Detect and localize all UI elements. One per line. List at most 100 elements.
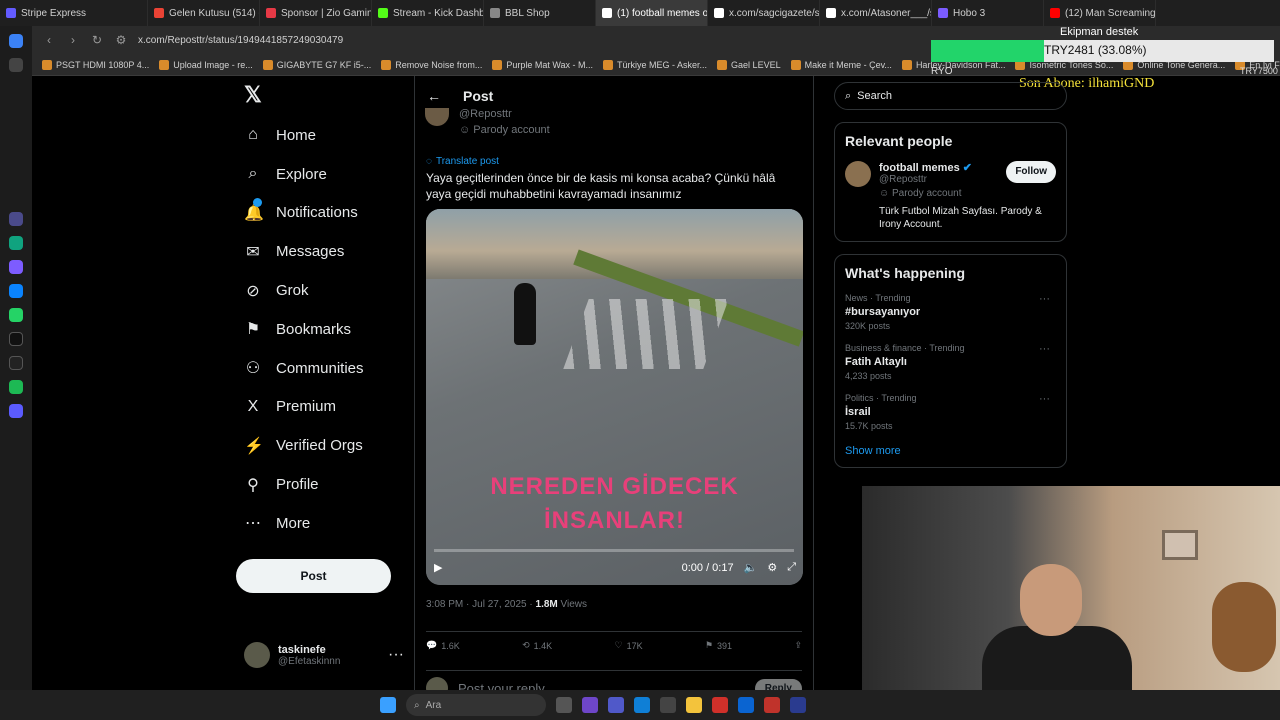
like-count: 17K — [626, 640, 643, 651]
reply-icon: 💬 — [426, 640, 438, 650]
trend-more-icon[interactable]: ··· — [1039, 293, 1050, 305]
chatgpt-icon[interactable] — [9, 236, 23, 250]
tab-title: Gelen Kutusu (514) - no — [169, 7, 259, 19]
volume-icon[interactable]: 🔈 — [744, 561, 758, 574]
back-arrow-icon[interactable]: ← — [427, 88, 441, 104]
play-icon[interactable]: ▶ — [434, 561, 442, 574]
app-icon[interactable] — [9, 404, 23, 418]
video-progress-bar[interactable] — [434, 549, 794, 552]
nav-item-bookmarks[interactable]: ⚑ Bookmarks — [236, 310, 406, 349]
nav-item-communities[interactable]: ⚇ Communities — [236, 349, 406, 388]
like-action[interactable]: ♡ 17K — [615, 640, 643, 651]
trend-item[interactable]: Politics · Trending İsrail 15.7K posts ··· — [845, 393, 1056, 431]
bookmark-favicon-icon — [790, 59, 801, 70]
tiktok-icon[interactable] — [9, 332, 23, 346]
nav-item-home[interactable]: ⌂ Home — [236, 116, 406, 155]
url-text[interactable]: x.com/Reposttr/status/194944185724903047… — [138, 35, 343, 46]
translate-post-link[interactable]: ◌ Translate post — [426, 156, 499, 167]
nav-label: Premium — [276, 398, 337, 416]
site-info-icon[interactable]: ⚙ — [114, 33, 128, 47]
x-logo-icon[interactable]: 𝕏 — [244, 82, 406, 116]
trend-more-icon[interactable]: ··· — [1039, 393, 1050, 405]
app-icon[interactable] — [9, 260, 23, 274]
file-explorer-icon[interactable] — [686, 697, 702, 713]
reply-button[interactable]: Reply — [754, 678, 802, 690]
mask-icon: ☺ — [459, 124, 471, 136]
browser-tab[interactable]: Gelen Kutusu (514) - no — [148, 0, 260, 26]
edge-icon[interactable] — [634, 697, 650, 713]
app-icon[interactable] — [790, 697, 806, 713]
nav-item-grok[interactable]: ⊘ Grok — [236, 271, 406, 310]
app-icon[interactable] — [9, 212, 23, 226]
taskbar-search[interactable]: ⌕ Ara — [406, 694, 546, 716]
author-avatar[interactable] — [425, 108, 449, 126]
author-handle[interactable]: @Reposttr — [459, 108, 550, 120]
account-switcher[interactable]: taskinefe @Efetaskinnn ··· — [244, 642, 404, 668]
copilot-icon[interactable] — [582, 697, 598, 713]
opera-icon[interactable] — [712, 697, 728, 713]
browser-tab[interactable]: Stripe Express — [0, 0, 148, 26]
nav-item-premium[interactable]: X Premium — [236, 388, 406, 427]
trend-more-icon[interactable]: ··· — [1039, 343, 1050, 355]
home-app-icon[interactable] — [9, 34, 23, 48]
x-icon[interactable] — [9, 356, 23, 370]
browser-tab[interactable]: x.com/sagcigazete/statu — [708, 0, 820, 26]
browser-tab[interactable]: Sponsor | Zio Gaming | Bi — [260, 0, 372, 26]
trend-item[interactable]: News · Trending #bursayanıyor 320K posts ··… — [845, 293, 1056, 331]
bookmark-item[interactable]: PSGT HDMI 1080P 4... — [42, 59, 149, 70]
repost-action[interactable]: ⟲ 1.4K — [522, 640, 552, 651]
video-player[interactable]: NEREDEN GİDECEK İNSANLAR! ▶ 0:00 / 0:17 … — [426, 209, 803, 585]
browser-tab[interactable]: (1) football memes on X: — [596, 0, 708, 26]
reply-input[interactable]: Post your reply — [458, 681, 545, 691]
reply-action[interactable]: 💬 1.6K — [426, 640, 460, 651]
browser-tab[interactable]: (12) Man Screaming in F — [1044, 0, 1156, 26]
more-icon[interactable]: ··· — [388, 646, 404, 664]
bookmark-item[interactable]: Upload Image - re... — [159, 59, 253, 70]
star-app-icon[interactable] — [9, 58, 23, 72]
browser-tab[interactable]: BBL Shop — [484, 0, 596, 26]
nav-item-messages[interactable]: ✉ Messages — [236, 232, 406, 271]
nav-item-more[interactable]: ⋯ More — [236, 504, 406, 543]
browser-tab[interactable]: Hobo 3 — [932, 0, 1044, 26]
fullscreen-icon[interactable]: ⤢ — [787, 561, 796, 574]
task-view-icon[interactable] — [556, 697, 572, 713]
person-name[interactable]: football memes — [879, 162, 960, 174]
bookmark-action[interactable]: ⚑ 391 — [705, 640, 732, 651]
nav-item-profile[interactable]: ⚲ Profile — [236, 465, 406, 504]
app-icon[interactable] — [764, 697, 780, 713]
store-icon[interactable] — [660, 697, 676, 713]
bookmark-item[interactable]: Gael LEVEL — [717, 59, 781, 70]
whatsapp-icon[interactable] — [9, 308, 23, 322]
post-button[interactable]: Post — [236, 559, 391, 593]
teams-icon[interactable] — [608, 697, 624, 713]
bookmark-item[interactable]: Purple Mat Wax - M... — [492, 59, 593, 70]
settings-icon[interactable]: ⚙ — [767, 561, 777, 574]
bookmark-item[interactable]: Türkiye MEG - Asker... — [603, 59, 707, 70]
bookmark-item[interactable]: Make it Meme - Çev... — [790, 59, 892, 70]
windows-start-icon[interactable] — [380, 697, 396, 713]
show-more-link[interactable]: Show more — [845, 445, 1056, 457]
browser-tab[interactable]: x.com/Atasoner___/sta — [820, 0, 932, 26]
spotify-icon[interactable] — [9, 380, 23, 394]
person-avatar[interactable] — [845, 161, 871, 187]
trend-item[interactable]: Business & finance · Trending Fatih Altay… — [845, 343, 1056, 381]
outlook-icon[interactable] — [738, 697, 754, 713]
relevant-person[interactable]: football memes ✔ @Reposttr ☺ Parody acco… — [845, 161, 1056, 199]
browser-tab[interactable]: Stream - Kick Dashboar — [372, 0, 484, 26]
messenger-icon[interactable] — [9, 284, 23, 298]
views-count: 1.8M — [535, 599, 558, 610]
back-icon[interactable]: ‹ — [42, 33, 56, 47]
reload-icon[interactable]: ↻ — [90, 33, 104, 47]
bookmark-item[interactable]: GIGABYTE G7 KF i5-... — [262, 59, 371, 70]
forward-icon[interactable]: › — [66, 33, 80, 47]
post-timestamp[interactable]: 3:08 PM · Jul 27, 2025 · — [426, 599, 536, 610]
nav-item-verified-orgs[interactable]: ⚡ Verified Orgs — [236, 426, 406, 465]
search-input[interactable]: ⌕ Search — [834, 82, 1067, 110]
nav-item-notifications[interactable]: 🔔 Notifications — [236, 194, 406, 233]
translate-label[interactable]: Translate post — [436, 156, 499, 167]
share-action[interactable]: ⇪ — [794, 640, 802, 651]
nav-item-explore[interactable]: ⌕ Explore — [236, 155, 406, 194]
bookmark-item[interactable]: Remove Noise from... — [381, 59, 482, 70]
post-author[interactable]: @Reposttr ☺ Parody account — [425, 108, 550, 136]
follow-button[interactable]: Follow — [1006, 161, 1056, 183]
